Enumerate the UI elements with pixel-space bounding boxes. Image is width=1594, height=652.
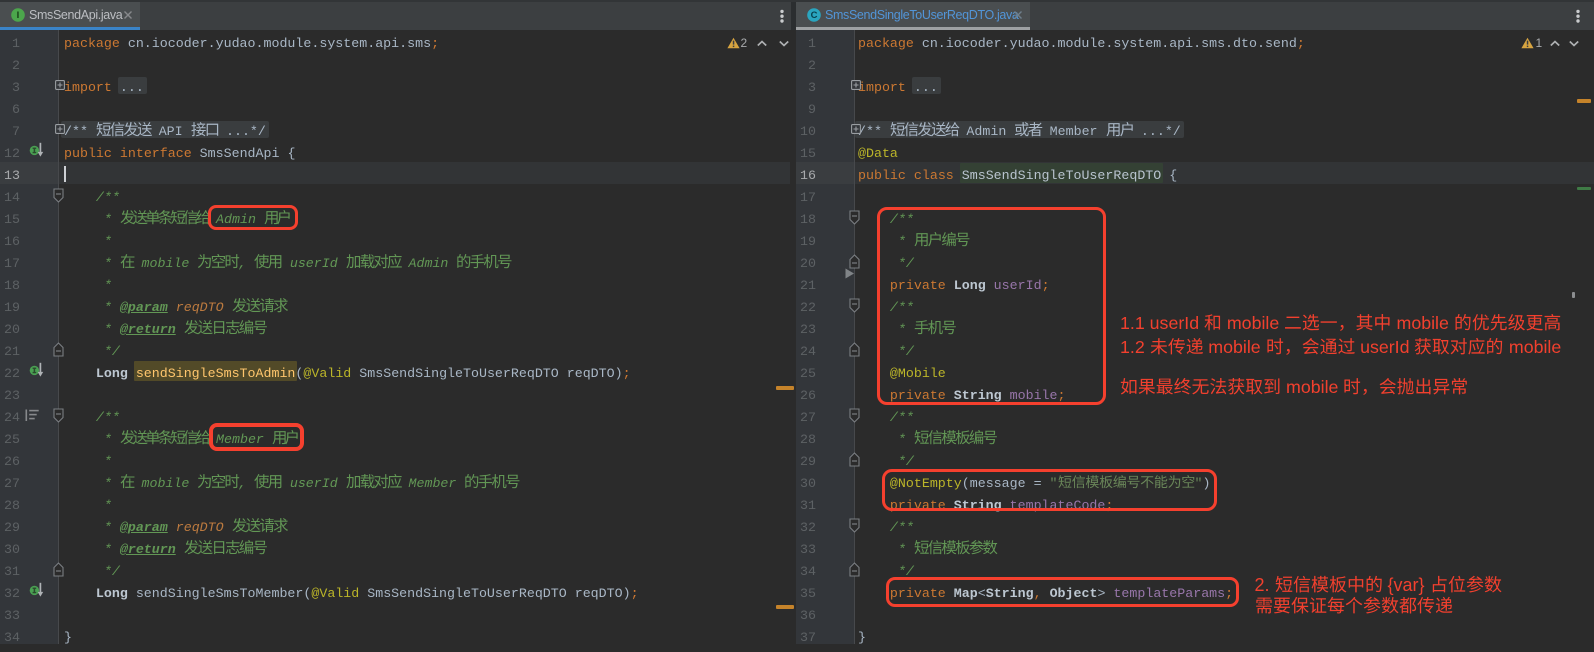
svg-text:C: C xyxy=(810,10,817,21)
svg-text:I: I xyxy=(16,10,19,21)
